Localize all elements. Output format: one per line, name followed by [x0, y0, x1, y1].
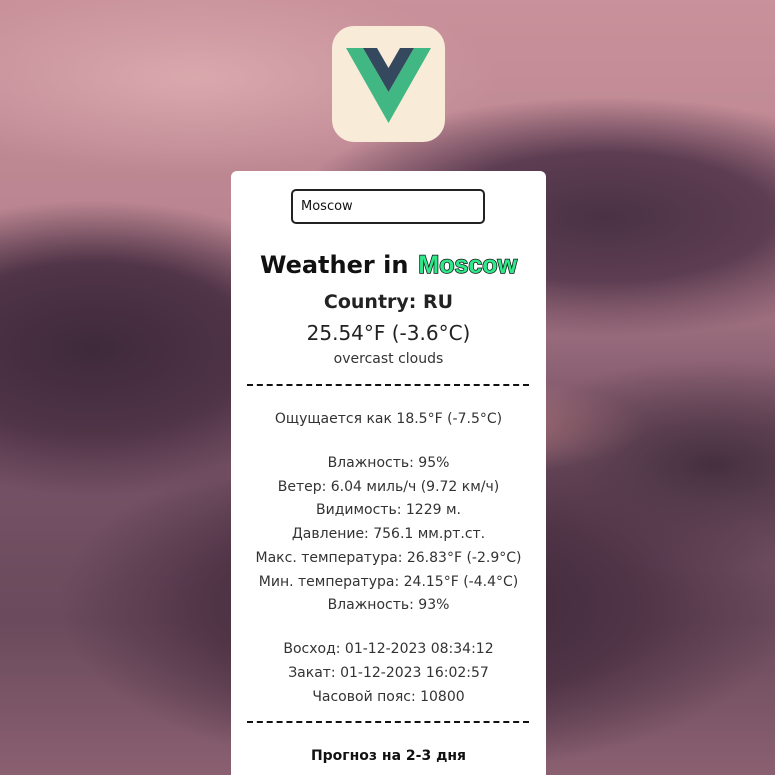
- background-sky: Weather in Moscow Country: RU 25.54°F (-3…: [0, 0, 775, 775]
- timezone: Часовой пояс: 10800: [312, 689, 465, 705]
- vue-logo-icon: [346, 48, 431, 123]
- forecast-title: Прогноз на 2-3 дня: [310, 748, 467, 764]
- weather-description: overcast clouds: [333, 351, 444, 367]
- feels-like: Ощущается как 18.5°F (-7.5°C): [274, 411, 503, 427]
- city-name: Moscow: [418, 250, 518, 280]
- humidity: Влажность: 95%: [327, 455, 450, 471]
- min-temperature: Мин. температура: 24.15°F (-4.4°C): [258, 574, 519, 590]
- visibility: Видимость: 1229 м.: [316, 502, 461, 518]
- weather-card: Weather in Moscow Country: RU 25.54°F (-3…: [231, 171, 546, 775]
- wind-speed: Ветер: 6.04 миль/ч (9.72 км/ч): [277, 479, 500, 495]
- pressure: Давление: 756.1 мм.рт.ст.: [291, 526, 486, 542]
- humidity-secondary: Влажность: 93%: [327, 597, 450, 613]
- max-temperature: Макс. температура: 26.83°F (-2.9°C): [255, 550, 522, 566]
- vue-logo: [332, 26, 445, 142]
- city-search-input[interactable]: [291, 189, 485, 224]
- divider: [247, 721, 529, 723]
- heading-prefix: Weather in: [259, 251, 409, 279]
- sunset: Закат: 01-12-2023 16:02:57: [288, 665, 489, 681]
- country-label: Country: RU: [323, 291, 454, 313]
- weather-heading: Weather in Moscow: [231, 250, 546, 280]
- temperature-value: 25.54°F (-3.6°C): [306, 321, 471, 345]
- sunrise: Восход: 01-12-2023 08:34:12: [283, 641, 494, 657]
- divider: [247, 384, 529, 386]
